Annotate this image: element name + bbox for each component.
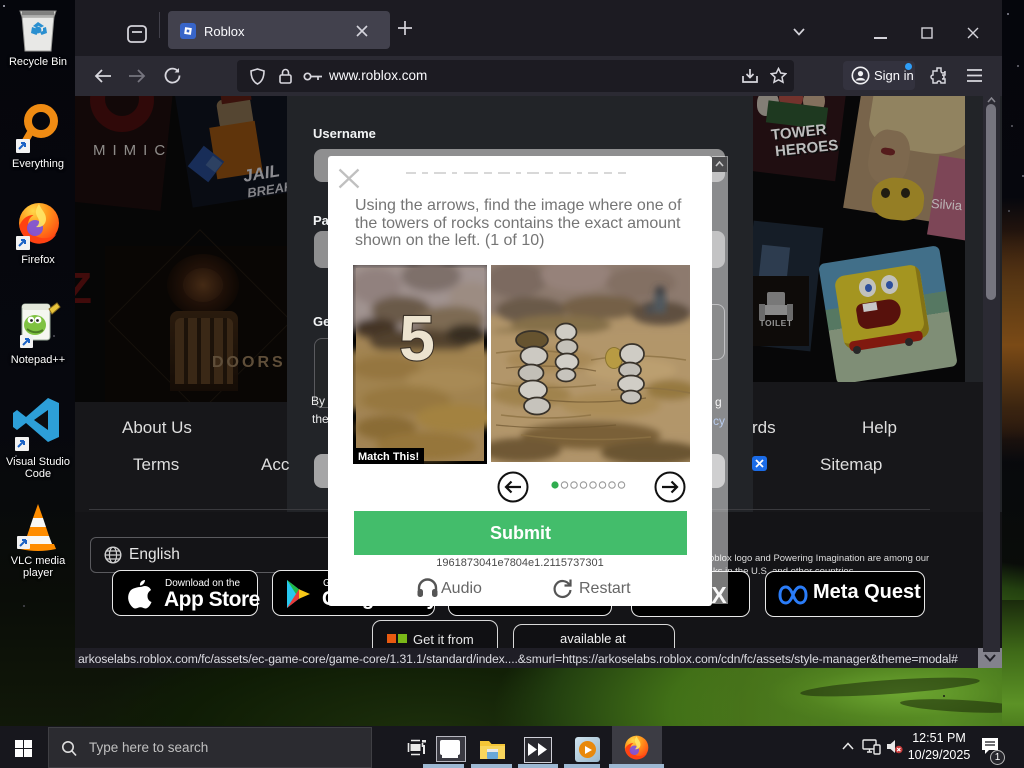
svg-text:5: 5 [399,302,435,374]
svg-text:Match This!: Match This! [358,451,419,463]
